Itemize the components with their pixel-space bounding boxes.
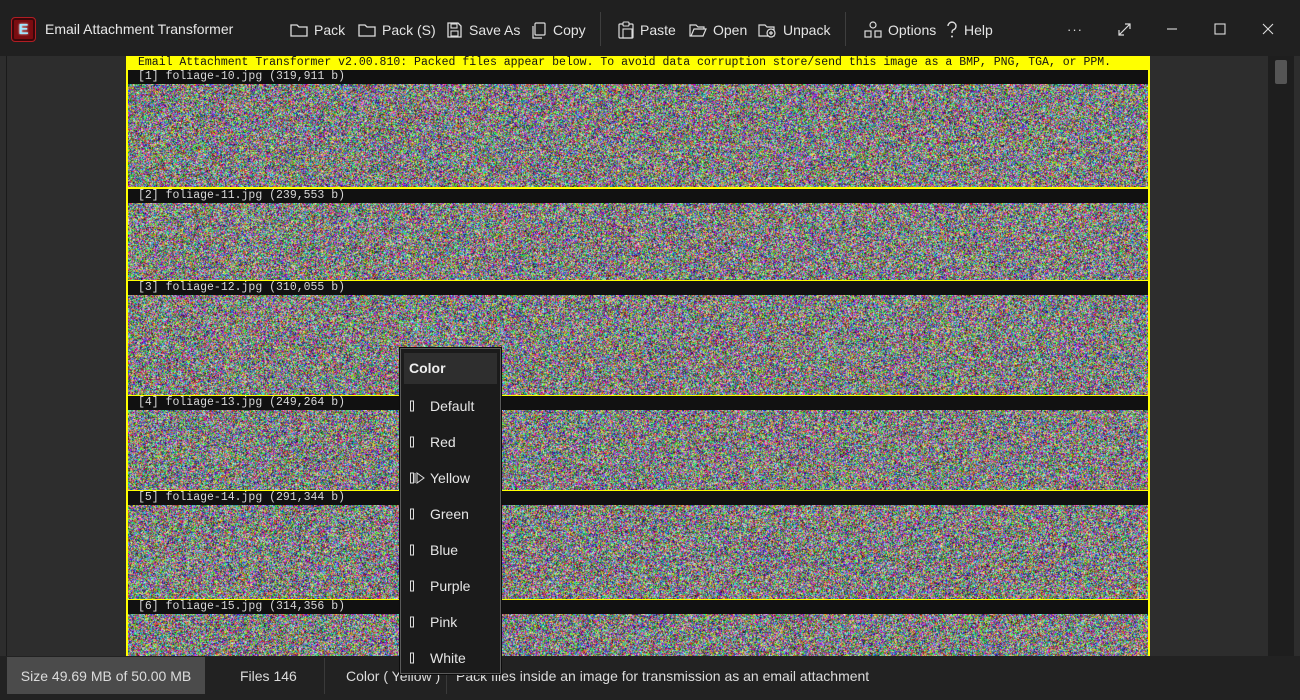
- file-label-bar: [5] foliage-14.jpg (291,344 b): [128, 491, 1148, 505]
- help-label: Help: [964, 22, 993, 38]
- toolbar-divider: [845, 12, 846, 46]
- packed-data-noise: [128, 505, 1148, 599]
- window-title: Email Attachment Transformer: [45, 21, 234, 37]
- paste-label: Paste: [640, 22, 676, 38]
- file-label-bar: [2] foliage-11.jpg (239,553 b): [128, 189, 1148, 203]
- paste-button[interactable]: Paste: [618, 19, 676, 41]
- expand-button[interactable]: [1109, 15, 1139, 43]
- copy-button[interactable]: Copy: [531, 19, 586, 41]
- color-option-purple[interactable]: Purple: [404, 568, 497, 604]
- radio-icon: [404, 616, 428, 628]
- maximize-icon: [1214, 23, 1226, 35]
- file-label-bar: [4] foliage-13.jpg (249,264 b): [128, 396, 1148, 410]
- folder-icon: [358, 24, 376, 37]
- unpack-label: Unpack: [783, 22, 831, 38]
- color-option-label: Pink: [430, 614, 458, 630]
- folder-open-icon: [689, 24, 707, 37]
- vertical-scrollbar[interactable]: [1268, 56, 1294, 656]
- color-option-label: Blue: [430, 542, 459, 558]
- options-label: Options: [888, 22, 937, 38]
- image-header-text: Email Attachment Transformer v2.00.810: …: [129, 56, 1147, 70]
- copy-label: Copy: [553, 22, 586, 38]
- color-option-label: Yellow: [430, 470, 470, 486]
- packed-data-noise: [128, 203, 1148, 280]
- status-description: Pack files inside an image for transmiss…: [456, 667, 870, 684]
- copy-icon: [532, 21, 546, 39]
- color-menu: Color Default Red Yellow Green Blue Purple Pin…: [400, 348, 501, 674]
- open-button[interactable]: Open: [689, 19, 747, 41]
- radio-icon: [404, 544, 428, 556]
- radio-icon: [404, 400, 428, 412]
- radio-selected-icon: [404, 472, 428, 484]
- status-files: Files 146: [240, 667, 297, 684]
- color-option-white[interactable]: White: [404, 640, 497, 676]
- minimize-icon: [1167, 28, 1177, 30]
- expand-icon: [1117, 22, 1131, 36]
- help-icon: [947, 21, 957, 38]
- status-bar: Size 49.69 MB of 50.00 MB Files 146 Colo…: [0, 656, 1300, 700]
- options-button[interactable]: Options: [864, 19, 936, 41]
- radio-icon: [404, 580, 428, 592]
- scrollbar-thumb[interactable]: [1275, 60, 1287, 84]
- unpack-icon: [758, 23, 776, 38]
- color-option-blue[interactable]: Blue: [404, 532, 497, 568]
- save-as-label: Save As: [469, 22, 521, 38]
- pack-s-label: Pack (S): [382, 22, 436, 38]
- pack-s-button[interactable]: Pack (S): [358, 19, 436, 41]
- color-option-label: Red: [430, 434, 456, 450]
- color-option-label: Default: [430, 398, 475, 414]
- color-option-pink[interactable]: Pink: [404, 604, 497, 640]
- color-option-green[interactable]: Green: [404, 496, 497, 532]
- help-button[interactable]: Help: [946, 19, 993, 41]
- packed-data-noise: [128, 614, 1148, 656]
- pack-label: Pack: [314, 22, 346, 38]
- color-option-label: Green: [430, 506, 469, 522]
- packed-data-noise: [128, 84, 1148, 187]
- save-icon: [447, 22, 462, 38]
- packed-data-noise: [128, 295, 1148, 395]
- title-bar: E Email Attachment Transformer Pack Pack…: [0, 0, 1300, 58]
- save-as-button[interactable]: Save As: [446, 19, 520, 41]
- close-button[interactable]: [1253, 15, 1283, 43]
- color-option-default[interactable]: Default: [404, 388, 497, 424]
- close-icon: [1262, 23, 1274, 35]
- open-label: Open: [713, 22, 748, 38]
- radio-icon: [404, 652, 428, 664]
- packed-image[interactable]: Email Attachment Transformer v2.00.810: …: [126, 56, 1150, 656]
- status-divider: [324, 658, 325, 694]
- radio-icon: [404, 436, 428, 448]
- unpack-button[interactable]: Unpack: [758, 19, 830, 41]
- paste-icon: [618, 21, 634, 39]
- status-size: Size 49.69 MB of 50.00 MB: [7, 657, 205, 694]
- file-label-bar: [3] foliage-12.jpg (310,055 b): [128, 281, 1148, 295]
- maximize-button[interactable]: [1205, 15, 1235, 43]
- more-button[interactable]: ···: [1060, 15, 1090, 43]
- color-option-yellow[interactable]: Yellow: [404, 460, 497, 496]
- file-label-bar: [6] foliage-15.jpg (314,356 b): [128, 600, 1148, 614]
- options-icon: [864, 21, 882, 38]
- toolbar-divider: [600, 12, 601, 46]
- pack-button[interactable]: Pack: [290, 19, 345, 41]
- packed-data-noise: [128, 410, 1148, 490]
- folder-icon: [290, 24, 308, 37]
- radio-icon: [404, 508, 428, 520]
- color-option-label: Purple: [430, 578, 471, 594]
- color-option-red[interactable]: Red: [404, 424, 497, 460]
- minimize-button[interactable]: [1157, 15, 1187, 43]
- app-logo-icon: E: [11, 17, 36, 42]
- color-menu-title: Color: [404, 353, 497, 384]
- file-label-bar: [1] foliage-10.jpg (319,911 b): [128, 70, 1148, 84]
- color-option-label: White: [430, 650, 466, 666]
